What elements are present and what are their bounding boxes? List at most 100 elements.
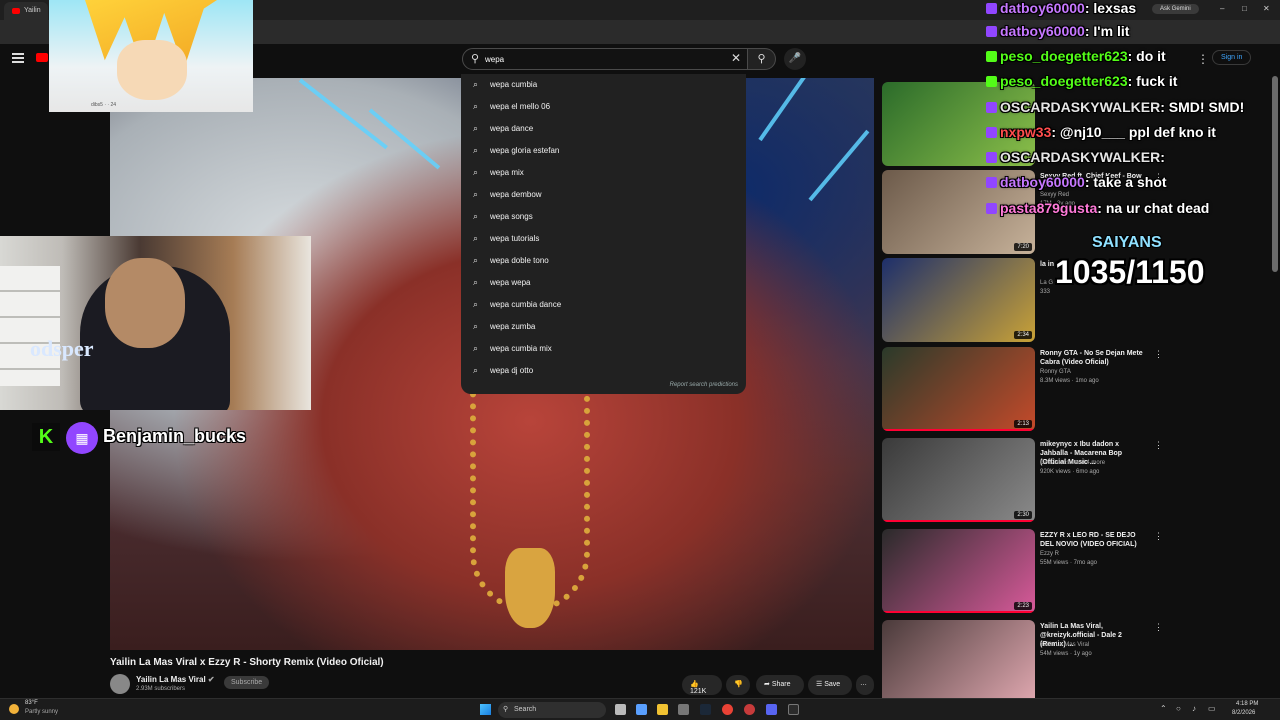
verified-icon: ✔ xyxy=(207,675,215,684)
chat-username: datboy60000 xyxy=(1000,174,1085,190)
suggestion-search-icon: ⌕ xyxy=(473,79,479,89)
taskbar-search-icon: ⚲ xyxy=(503,706,509,713)
suggestion-item[interactable]: ⌕ wepa wepa xyxy=(461,272,746,294)
task-view-icon[interactable] xyxy=(615,704,626,715)
ask-gemini-button[interactable]: Ask Gemini xyxy=(1152,4,1199,14)
search-input[interactable] xyxy=(485,52,725,66)
search-button[interactable]: ⚲ xyxy=(748,48,776,70)
video-thumbnail[interactable] xyxy=(882,620,1035,704)
network-icon[interactable]: ○ xyxy=(1176,704,1181,713)
dislike-button[interactable]: 👎 xyxy=(726,675,750,695)
suggestion-text: wepa dance xyxy=(490,124,534,133)
video-menu-icon[interactable]: ⋮ xyxy=(1154,531,1163,542)
webcam-feed: odsper xyxy=(0,236,311,410)
twitch-logo-icon: ▦ xyxy=(66,422,98,454)
minimize-icon[interactable]: – xyxy=(1220,4,1224,13)
settings-kebab-icon[interactable]: ⋮ xyxy=(1197,52,1209,66)
weather-temp[interactable]: 83°F xyxy=(25,700,38,706)
taskbar-search-label: Search xyxy=(514,706,537,713)
recommended-video[interactable]: 2:13 Ronny GTA - No Se Dejan Mete Cabra (… xyxy=(882,347,1163,431)
screen: Yailin Ask Gemini – □ ✕ ⚲ ✕ ⚲ 🎤 ⋮ Sign i… xyxy=(0,0,1280,720)
volume-icon[interactable]: ♪ xyxy=(1192,704,1196,713)
page-scrollbar[interactable] xyxy=(1272,76,1278,272)
channel-name[interactable]: Yailin La Mas Viral ✔ xyxy=(136,675,215,684)
channel-avatar[interactable] xyxy=(110,674,130,694)
video-meta: 8.3M views · 1mo ago xyxy=(1040,378,1099,384)
weather-desc[interactable]: Partly sunny xyxy=(25,709,58,715)
subscriber-count: 2.93M subscribers xyxy=(136,686,186,692)
save-button[interactable]: ☰ Save xyxy=(808,675,852,695)
suggestion-text: wepa dembow xyxy=(490,190,542,199)
chat-platform-badge-icon xyxy=(986,203,997,214)
battery-icon[interactable]: ▭ xyxy=(1208,704,1216,713)
chat-platform-badge-icon xyxy=(986,102,997,113)
video-menu-icon[interactable]: ⋮ xyxy=(1154,622,1163,633)
suggestion-item[interactable]: ⌕ wepa gloria estefan xyxy=(461,140,746,162)
close-window-icon[interactable]: ✕ xyxy=(1263,4,1270,13)
windows-start-icon[interactable] xyxy=(480,704,491,715)
watch-progress-bar xyxy=(882,520,1035,522)
dislike-icon: 👎 xyxy=(734,681,743,688)
file-explorer-icon[interactable] xyxy=(657,704,668,715)
suggestion-item[interactable]: ⌕ wepa cumbia dance xyxy=(461,294,746,316)
youtube-logo-icon[interactable] xyxy=(36,53,48,62)
voice-search-icon[interactable]: 🎤 xyxy=(784,48,806,70)
recommended-video[interactable]: 2:23 EZZY R x LEO RD - SE DEJO DEL NOVIO … xyxy=(882,529,1163,613)
watch-progress-bar xyxy=(882,611,1035,613)
recommended-video[interactable]: 2:30 mikeynyc x Ibu dadon x Jahballa - Ma… xyxy=(882,438,1163,522)
suggestion-item[interactable]: ⌕ wepa cumbia xyxy=(461,74,746,96)
subscribe-button[interactable]: Subscribe xyxy=(224,676,270,689)
taskbar-search[interactable]: ⚲ Search xyxy=(498,702,606,718)
menu-icon[interactable] xyxy=(12,53,24,63)
copilot-icon[interactable] xyxy=(636,704,647,715)
maximize-icon[interactable]: □ xyxy=(1242,4,1247,13)
suggestion-item[interactable]: ⌕ wepa mix xyxy=(461,162,746,184)
tray-expand-icon[interactable]: ⌃ xyxy=(1160,704,1167,713)
like-button[interactable]: 👍 121K xyxy=(682,675,722,695)
suggestion-item[interactable]: ⌕ wepa zumba xyxy=(461,316,746,338)
search-box[interactable]: ⚲ ✕ xyxy=(462,48,748,70)
report-predictions-link[interactable]: Report search predictions xyxy=(670,382,738,388)
clock-date[interactable]: 8/2/2026 xyxy=(1232,710,1255,716)
suggestion-item[interactable]: ⌕ wepa cumbia mix xyxy=(461,338,746,360)
more-actions-button[interactable]: … xyxy=(856,675,874,695)
suggestion-item[interactable]: ⌕ wepa tutorials xyxy=(461,228,746,250)
video-menu-icon[interactable]: ⋮ xyxy=(1154,349,1163,360)
chat-message: peso_doegetter623: do it xyxy=(986,48,1166,70)
clear-search-icon[interactable]: ✕ xyxy=(731,51,741,65)
video-thumbnail[interactable]: 2:30 xyxy=(882,438,1035,522)
app-icon[interactable] xyxy=(788,704,799,715)
video-thumbnail[interactable]: 2:23 xyxy=(882,529,1035,613)
suggestion-item[interactable]: ⌕ wepa dembow xyxy=(461,184,746,206)
chat-text: @nj10___ ppl def kno it xyxy=(1059,124,1216,140)
suggestion-item[interactable]: ⌕ wepa doble tono xyxy=(461,250,746,272)
suggestion-search-icon: ⌕ xyxy=(473,233,479,243)
suggestion-text: wepa cumbia mix xyxy=(490,344,552,353)
suggestion-search-icon: ⌕ xyxy=(473,277,479,287)
video-duration: 2:34 xyxy=(1014,331,1032,339)
suggestion-item[interactable]: ⌕ wepa dance xyxy=(461,118,746,140)
sign-in-button[interactable]: Sign in xyxy=(1212,50,1252,65)
chat-message: OSCARDASKYWALKER: xyxy=(986,149,1165,171)
browser-tab[interactable]: Yailin xyxy=(4,2,48,20)
chrome-icon[interactable] xyxy=(722,704,733,715)
video-menu-icon[interactable]: ⋮ xyxy=(1154,440,1163,451)
video-duration: 2:30 xyxy=(1014,511,1032,519)
settings-icon[interactable] xyxy=(678,704,689,715)
suggestion-text: wepa cumbia xyxy=(490,80,538,89)
share-button[interactable]: ➦ Share xyxy=(756,675,804,695)
suggestion-item[interactable]: ⌕ wepa dj otto xyxy=(461,360,746,382)
suggestion-item[interactable]: ⌕ wepa songs xyxy=(461,206,746,228)
video-thumbnail[interactable]: 2:13 xyxy=(882,347,1035,431)
obs-icon[interactable] xyxy=(744,704,755,715)
chat-platform-badge-icon xyxy=(986,127,997,138)
recommended-video[interactable]: Yailin La Mas Viral, @kreizyk.official -… xyxy=(882,620,1163,704)
discord-icon[interactable] xyxy=(766,704,777,715)
emote-caption: dibs5 · · 24 xyxy=(91,102,117,108)
weather-sun-icon[interactable] xyxy=(9,704,19,714)
video-thumbnail[interactable]: 2:34 xyxy=(882,258,1035,342)
suggestion-item[interactable]: ⌕ wepa el mello 06 xyxy=(461,96,746,118)
clock-time[interactable]: 4:18 PM xyxy=(1236,701,1258,707)
steam-icon[interactable] xyxy=(700,704,711,715)
chat-message: datboy60000: I'm lit xyxy=(986,23,1129,45)
